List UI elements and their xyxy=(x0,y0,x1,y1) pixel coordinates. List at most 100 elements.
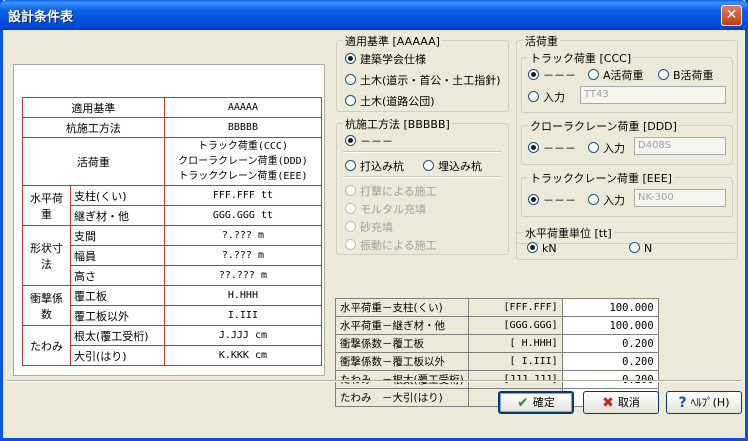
radio-crawler-input[interactable]: 入力 xyxy=(588,140,625,156)
radio-crawler-none[interactable]: －－－ xyxy=(528,140,576,156)
radio-icon xyxy=(527,242,538,253)
spec-group-label: 衝撃係数 xyxy=(22,285,71,326)
radio-icon xyxy=(345,160,356,171)
radio-unit-kn[interactable]: kN xyxy=(527,242,557,255)
radio-truck-b[interactable]: B活荷重 xyxy=(658,67,714,83)
radio-icon xyxy=(658,69,669,80)
radio-truck-crane-input[interactable]: 入力 xyxy=(588,192,625,208)
option-label: 建築学会仕様 xyxy=(360,53,426,66)
radio-icon xyxy=(528,194,539,205)
option-label: B活荷重 xyxy=(673,69,714,82)
spec-value: AAAAA xyxy=(163,97,323,118)
dialog-client: 適用基準 AAAAA 杭施工方法 BBBBB 活荷重 トラック荷重(CCC) ク… xyxy=(3,30,745,438)
radio-truck-crane-none[interactable]: －－－ xyxy=(528,192,576,208)
button-label: 確定 xyxy=(532,396,555,409)
spec-value: BBBBB xyxy=(163,117,323,138)
radio-standard-civil-road[interactable]: 土木(道示・首公・土工指針) xyxy=(345,72,501,88)
spec-value: ??.??? m xyxy=(163,265,323,286)
radio-truck-none[interactable]: －－－ xyxy=(528,67,576,83)
spec-label: 活荷重 xyxy=(22,137,165,186)
radio-pile-impact[interactable]: 打撃による施工 xyxy=(345,183,437,199)
spec-sub-label: 継ぎ材・他 xyxy=(70,205,165,226)
option-label: 入力 xyxy=(543,91,565,104)
spec-value: K.KKK cm xyxy=(163,345,323,366)
radio-truck-input[interactable]: 入力 xyxy=(528,89,565,105)
live-load-group: 活荷重 トラック荷重 [CCC] －－－ A活荷重 B活荷重 入力 TT43 ク… xyxy=(516,33,738,244)
option-label: －－－ xyxy=(360,135,393,148)
spec-sub-label: 支間 xyxy=(70,225,165,246)
option-label: 打込み杭 xyxy=(360,160,404,173)
radio-unit-n[interactable]: N xyxy=(629,242,652,255)
radio-icon xyxy=(345,239,356,250)
button-label: ﾍﾙﾌﾟ(H) xyxy=(690,396,730,409)
radio-truck-a[interactable]: A活荷重 xyxy=(588,67,644,83)
radio-icon xyxy=(629,242,640,253)
option-label: A活荷重 xyxy=(603,69,644,82)
table-row: 水平荷重－継ぎ材・他 [GGG.GGG] 100.000 xyxy=(335,316,659,335)
table-row: 衝撃係数 覆工板 H.HHH xyxy=(22,285,323,326)
close-button[interactable]: ✕ xyxy=(721,5,742,26)
radio-standard-architecture[interactable]: 建築学会仕様 xyxy=(345,51,426,67)
option-label: 打撃による施工 xyxy=(360,185,437,198)
truck-crane-load-input[interactable]: NK-300 xyxy=(634,189,726,207)
ok-button[interactable]: ✔ 確定 xyxy=(498,391,574,414)
option-label: 入力 xyxy=(603,142,625,155)
spec-sub-label: 幅員 xyxy=(70,245,165,266)
spec-group-label: 水平荷重 xyxy=(22,185,71,226)
result-label: 水平荷重－支柱(くい) xyxy=(335,298,469,317)
radio-icon xyxy=(423,160,434,171)
radio-pile-driven[interactable]: 打込み杭 xyxy=(345,158,404,174)
spec-sub-label: 支柱(くい) xyxy=(70,185,165,206)
radio-icon xyxy=(528,91,539,102)
spec-preview-panel: 適用基準 AAAAA 杭施工方法 BBBBB 活荷重 トラック荷重(CCC) ク… xyxy=(13,64,325,376)
radio-standard-civil-public[interactable]: 土木(道路公団) xyxy=(345,93,435,109)
radio-icon xyxy=(528,69,539,80)
spec-value: J.JJJ cm xyxy=(163,325,323,346)
table-row: たわみ 根太(覆工受桁) J.JJJ cm xyxy=(22,325,323,366)
group-label: トラッククレーン荷重 [EEE] xyxy=(528,170,674,186)
result-code: [ H.HHH] xyxy=(467,334,563,353)
result-value-input[interactable]: 100.000 xyxy=(561,316,659,335)
radio-icon xyxy=(345,74,356,85)
radio-pile-none[interactable]: －－－ xyxy=(345,133,393,149)
spec-value: ?.??? m xyxy=(163,245,323,266)
radio-pile-buried[interactable]: 埋込み杭 xyxy=(423,158,482,174)
help-button[interactable]: ? ﾍﾙﾌﾟ(H) xyxy=(666,391,742,414)
option-label: －－－ xyxy=(543,194,576,207)
option-label: －－－ xyxy=(543,69,576,82)
result-value-input[interactable]: 100.000 xyxy=(561,298,659,317)
result-code: [GGG.GGG] xyxy=(467,316,563,335)
separator xyxy=(343,151,501,153)
result-value-input[interactable]: 0.200 xyxy=(561,334,659,353)
radio-icon xyxy=(345,221,356,232)
cancel-button[interactable]: ✖ 取消 xyxy=(583,391,659,414)
table-row: 杭施工方法 BBBBB xyxy=(22,117,323,138)
title-bar[interactable]: 設計条件表 ✕ xyxy=(0,0,748,30)
spec-value: H.HHH xyxy=(163,285,323,306)
spec-sub-label: 覆工板以外 xyxy=(70,305,165,326)
table-row: 衝撃係数－覆工板以外[ I.III] 0.200 xyxy=(335,352,659,371)
radio-pile-sand[interactable]: 砂充填 xyxy=(345,219,393,235)
option-label: N xyxy=(644,242,653,255)
option-label: 振動による施工 xyxy=(360,239,437,252)
spec-value: GGG.GGG tt xyxy=(163,205,323,226)
result-label: 衝撃係数－覆工板以外 xyxy=(335,352,469,371)
radio-pile-vibration[interactable]: 振動による施工 xyxy=(345,237,437,253)
result-code: [FFF.FFF] xyxy=(467,298,563,317)
truck-load-input[interactable]: TT43 xyxy=(580,86,726,104)
cross-icon: ✖ xyxy=(602,395,614,411)
radio-icon xyxy=(345,53,356,64)
spec-sub-label: 根太(覆工受桁) xyxy=(70,325,165,346)
result-value-input[interactable]: 0.200 xyxy=(561,352,659,371)
crawler-load-group: クローラクレーン荷重 [DDD] －－－ 入力 D408S xyxy=(521,118,733,165)
group-label: トラック荷重 [CCC] xyxy=(528,50,634,66)
option-label: モルタル充填 xyxy=(360,203,426,216)
spec-sub-label: 大引(はり) xyxy=(70,345,165,366)
radio-icon xyxy=(345,135,356,146)
radio-pile-mortar[interactable]: モルタル充填 xyxy=(345,201,426,217)
result-label: 水平荷重－継ぎ材・他 xyxy=(335,316,469,335)
horizontal-load-unit-group: 水平荷重単位 [tt] kN N xyxy=(516,225,738,260)
crawler-load-input[interactable]: D408S xyxy=(634,137,726,155)
spec-value: ?.??? m xyxy=(163,225,323,246)
spec-sub-label: 高さ xyxy=(70,265,165,286)
